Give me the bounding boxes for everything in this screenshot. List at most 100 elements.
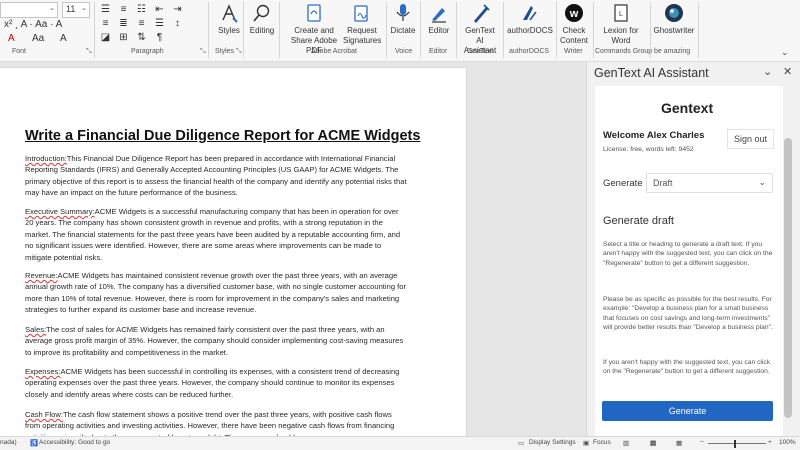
- display-settings-icon: ▭: [518, 440, 525, 447]
- request-signatures-button[interactable]: Request Signatures: [343, 2, 381, 46]
- ghostwriter-group-label: be amazing: [654, 48, 691, 55]
- microphone-icon: [396, 4, 410, 21]
- font-tools-row[interactable]: x² ¸ A · Aa · A: [4, 19, 62, 30]
- group-separator: [279, 2, 280, 58]
- group-separator: [503, 2, 504, 58]
- group-separator: [420, 2, 421, 58]
- doc-paragraph: Revenue:ACME Widgets has maintained cons…: [25, 270, 409, 316]
- check-content-label: Check Content: [559, 26, 589, 45]
- section-title: Generate draft: [603, 215, 674, 227]
- paragraph-label: Cash Flow:: [25, 410, 63, 419]
- paragraph-group-label: Paragraph: [131, 48, 164, 55]
- dictate-button[interactable]: Dictate: [389, 2, 417, 36]
- bullets-icon[interactable]: ☰: [99, 4, 112, 15]
- styles-label: Styles: [218, 26, 240, 35]
- paragraph-dialog-launcher-icon[interactable]: ⤡: [200, 48, 206, 56]
- ghostwriter-button[interactable]: Ghostwriter: [652, 2, 696, 36]
- chevron-down-icon: ⌄: [49, 5, 55, 12]
- sign-out-button[interactable]: Sign out: [727, 129, 774, 149]
- paragraph-row-2: ≡ ≣ ≡ ☰ ↕: [99, 18, 184, 29]
- document-page[interactable]: Write a Financial Due Diligence Report f…: [0, 68, 466, 438]
- font-color-icon[interactable]: A: [8, 33, 15, 44]
- task-pane-scrollbar[interactable]: [784, 138, 792, 418]
- generate-button[interactable]: Generate: [602, 401, 773, 421]
- paragraph-label: Executive Summary:: [25, 207, 95, 216]
- group-separator: [456, 2, 457, 58]
- web-layout-icon[interactable]: ▦: [676, 439, 682, 447]
- help-text: If you aren't happy with the suggested t…: [603, 359, 771, 376]
- lexion-button[interactable]: L Lexion for Word: [600, 2, 642, 46]
- group-separator: [94, 2, 95, 58]
- zoom-out-icon[interactable]: −: [700, 439, 704, 446]
- authordocs-button[interactable]: authorDOCS: [507, 2, 553, 36]
- accessibility-status[interactable]: Accessibility: Good to go: [39, 439, 110, 446]
- editor-button[interactable]: Editor: [425, 2, 453, 36]
- shading-icon[interactable]: ◪: [99, 32, 112, 43]
- align-left-icon[interactable]: ≡: [99, 18, 112, 29]
- status-bar: nada) ♿ Accessibility: Good to go ▭ Disp…: [0, 436, 800, 450]
- lexion-group-label: Commands Group: [595, 48, 653, 55]
- paragraph-label: Expenses:: [25, 367, 61, 376]
- increase-indent-icon[interactable]: ⇥: [171, 4, 184, 15]
- focus-button[interactable]: Focus: [593, 439, 611, 446]
- display-settings-button[interactable]: Display Settings: [529, 439, 576, 446]
- styles-dialog-launcher-icon[interactable]: ⤡: [236, 48, 242, 56]
- zoom-level[interactable]: 100%: [779, 439, 796, 446]
- align-center-icon[interactable]: ≣: [117, 18, 130, 29]
- welcome-text: Welcome Alex Charles: [603, 130, 705, 141]
- check-content-button[interactable]: w Check Content: [559, 2, 589, 46]
- authordocs-icon: [523, 6, 537, 21]
- writer-group-label: Writer: [564, 48, 583, 55]
- pilcrow-icon[interactable]: ¶: [153, 32, 166, 43]
- zoom-slider-track[interactable]: [708, 443, 766, 444]
- multilevel-icon[interactable]: ☷: [135, 4, 148, 15]
- signature-icon: [354, 5, 368, 22]
- justify-icon[interactable]: ☰: [153, 18, 166, 29]
- help-text: Select a title or heading to generate a …: [603, 241, 773, 267]
- generate-mode-select[interactable]: Draft ⌄: [646, 173, 773, 193]
- lexion-icon: L: [614, 4, 628, 22]
- doc-paragraph: Executive Summary:ACME Widgets is a succ…: [25, 206, 409, 263]
- editing-label: Editing: [249, 26, 275, 35]
- paragraph-label: Revenue:: [25, 271, 58, 280]
- generate-mode-label: Generate: [603, 178, 643, 189]
- group-separator: [698, 2, 699, 58]
- sort-icon[interactable]: ⇅: [135, 32, 148, 43]
- editing-button[interactable]: Editing: [247, 2, 277, 36]
- paragraph-label: Introduction:: [25, 154, 67, 163]
- font-name-combo[interactable]: ⌄: [0, 2, 58, 18]
- paragraph-row-1: ☰ ≡ ☷ ⇤ ⇥: [99, 4, 184, 15]
- print-layout-icon[interactable]: ▤: [650, 439, 656, 447]
- group-separator: [650, 2, 651, 58]
- svg-text:w: w: [569, 8, 579, 20]
- group-separator: [593, 2, 594, 58]
- align-right-icon[interactable]: ≡: [135, 18, 148, 29]
- paragraph-text: The cash flow statement shows a positive…: [25, 410, 395, 438]
- decrease-indent-icon[interactable]: ⇤: [153, 4, 166, 15]
- dictate-label: Dictate: [390, 26, 416, 35]
- paragraph-label: Sales:: [25, 325, 47, 334]
- ribbon: ⌄ 11 ⌄ x² ¸ A · Aa · A A Aa A Font ⤡ ☰ ≡ ☷ ⇤…: [0, 0, 800, 62]
- group-separator: [386, 2, 387, 58]
- search-icon: [253, 4, 270, 22]
- paragraph-row-3: ◪ ⊞ ⇅ ¶: [99, 32, 166, 43]
- zoom-slider-thumb[interactable]: [734, 440, 736, 448]
- language-status[interactable]: nada): [0, 439, 17, 446]
- authordocs-group-label: authorDOCS: [509, 48, 550, 55]
- borders-icon[interactable]: ⊞: [117, 32, 130, 43]
- font-size-combo[interactable]: 11 ⌄: [62, 2, 90, 18]
- line-spacing-icon[interactable]: ↕: [171, 18, 184, 29]
- numbering-icon[interactable]: ≡: [117, 4, 130, 15]
- font-dialog-launcher-icon[interactable]: ⤡: [86, 48, 92, 56]
- doc-paragraph: Introduction:This Financial Due Diligenc…: [25, 153, 409, 199]
- read-mode-icon[interactable]: ▥: [623, 439, 629, 447]
- clear-format-icon[interactable]: A: [60, 33, 67, 44]
- change-case-icon[interactable]: Aa: [32, 33, 44, 44]
- close-icon[interactable]: ✕: [783, 65, 792, 78]
- request-signatures-label: Request Signatures: [343, 26, 382, 45]
- chevron-down-icon: ⌄: [81, 5, 87, 12]
- styles-button[interactable]: Styles: [214, 2, 244, 36]
- collapse-ribbon-icon[interactable]: ⌄: [781, 47, 789, 58]
- chevron-down-icon[interactable]: ⌄: [763, 65, 772, 78]
- zoom-in-icon[interactable]: +: [768, 439, 772, 446]
